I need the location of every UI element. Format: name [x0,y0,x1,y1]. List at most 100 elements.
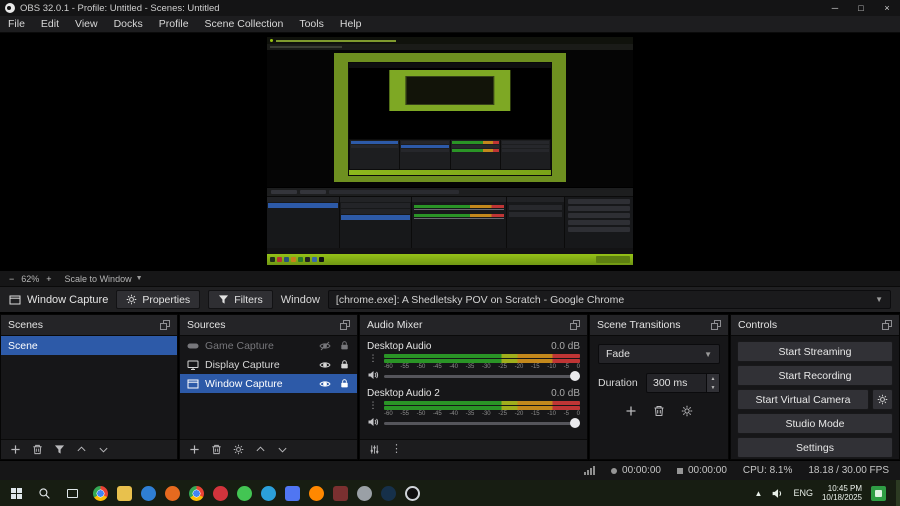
minimize-button[interactable]: ─ [822,0,848,16]
zoom-in-button[interactable]: + [46,274,51,284]
gear-icon [127,294,137,305]
show-desktop-button[interactable] [896,480,900,506]
advanced-audio-button[interactable] [369,444,380,455]
source-item-display-capture[interactable]: Display Capture [180,355,357,374]
start-recording-button[interactable]: Start Recording [737,365,893,386]
mixer-channel-desktop-audio-2: Desktop Audio 2 0.0 dB ⋮ -60-55-50-45 [367,388,580,428]
spin-down-icon[interactable]: ▼ [707,383,719,392]
mute-speaker-icon[interactable] [367,369,379,381]
scenes-toolbar [1,439,177,459]
lock-icon[interactable] [339,340,350,351]
scale-mode-dropdown[interactable]: Scale to Window ▼ [65,274,143,284]
start-streaming-button[interactable]: Start Streaming [737,341,893,362]
mini-docks [348,139,552,170]
channel-menu-icon[interactable]: ⋮ [369,401,378,410]
volume-slider-handle[interactable] [570,418,580,428]
duration-spinbox[interactable]: 300 ms ▲ ▼ [646,373,720,393]
selected-source-label: Window Capture [9,294,108,306]
mixer-menu-icon[interactable]: ⋮ [391,444,402,455]
search-button[interactable] [30,480,58,506]
taskbar-app-whatsapp-icon[interactable] [237,485,252,501]
volume-slider-handle[interactable] [570,371,580,381]
taskbar-app-telegram-icon[interactable] [261,485,276,501]
studio-mode-button[interactable]: Studio Mode [737,413,893,434]
transition-select[interactable]: Fade ▼ [598,344,720,364]
taskbar-app-firefox-icon[interactable] [165,485,180,501]
taskbar-app-discord-icon[interactable] [285,485,300,501]
lock-icon[interactable] [339,359,350,370]
menu-profile[interactable]: Profile [151,16,197,32]
virtual-camera-settings-button[interactable] [872,389,893,410]
close-button[interactable]: × [874,0,900,16]
move-source-up-button[interactable] [255,444,266,455]
taskbar-app-steam-icon[interactable] [381,485,396,501]
spin-up-icon[interactable]: ▲ [707,374,719,383]
maximize-button[interactable]: □ [848,0,874,16]
controls-dock-header: Controls [731,315,899,336]
move-scene-up-button[interactable] [76,444,87,455]
mute-speaker-icon[interactable] [367,416,379,428]
dock-popout-icon[interactable] [160,320,170,330]
eye-icon[interactable] [319,359,331,371]
transition-properties-button[interactable] [681,405,693,417]
scene-item[interactable]: Scene [1,336,177,355]
source-item-window-capture[interactable]: Window Capture [180,374,357,393]
move-source-down-button[interactable] [277,444,288,455]
preview-canvas[interactable] [0,33,900,271]
move-scene-down-button[interactable] [98,444,109,455]
dock-popout-icon[interactable] [570,320,580,330]
chevron-down-icon: ▼ [135,275,143,282]
taskbar-app-chrome-icon[interactable] [93,485,108,501]
taskbar-app-chrome-icon[interactable] [189,485,204,501]
taskbar-app-folder-icon[interactable] [117,485,132,501]
taskbar-app-vlc-icon[interactable] [309,485,324,501]
settings-button[interactable]: Settings [737,437,893,458]
dock-popout-icon[interactable] [711,320,721,330]
eye-slash-icon[interactable] [319,340,331,352]
filters-button[interactable]: Filters [208,290,273,309]
volume-slider[interactable] [384,371,580,381]
window-capture-icon [9,295,21,304]
add-transition-button[interactable] [625,405,637,417]
start-button[interactable] [2,480,30,506]
lock-icon[interactable] [339,378,350,389]
language-indicator[interactable]: ENG [793,488,813,498]
add-scene-button[interactable] [10,444,21,455]
menu-edit[interactable]: Edit [33,16,67,32]
mini-desktop [334,53,566,182]
menu-help[interactable]: Help [332,16,370,32]
taskbar-app-icon[interactable] [333,485,348,501]
task-view-button[interactable] [58,480,86,506]
dock-popout-icon[interactable] [340,320,350,330]
taskbar-clock[interactable]: 10:45 PM 10/18/2025 [822,484,862,502]
mixer-toolbar: ⋮ [360,439,587,459]
remove-transition-button[interactable] [653,405,665,417]
zoom-out-button[interactable]: − [9,274,14,284]
menu-scene-collection[interactable]: Scene Collection [197,16,292,32]
scene-filters-button[interactable] [54,444,65,455]
menu-tools[interactable]: Tools [291,16,332,32]
volume-slider[interactable] [384,418,580,428]
menu-docks[interactable]: Docks [106,16,151,32]
properties-button[interactable]: Properties [116,290,201,309]
taskbar-app-obs-icon[interactable] [405,485,420,501]
volume-icon[interactable] [771,487,784,500]
notification-icon[interactable] [871,485,886,501]
menu-view[interactable]: View [67,16,106,32]
dock-popout-icon[interactable] [882,320,892,330]
taskbar-app-edge-icon[interactable] [141,485,156,501]
remove-source-button[interactable] [211,444,222,455]
tray-expand-icon[interactable]: ▲ [755,489,763,498]
source-item-game-capture[interactable]: Game Capture [180,336,357,355]
channel-menu-icon[interactable]: ⋮ [369,354,378,363]
eye-icon[interactable] [319,378,331,390]
window-select-dropdown[interactable]: [chrome.exe]: A Shedletsky POV on Scratc… [327,290,891,309]
taskbar-app-icon[interactable] [357,485,372,501]
menu-file[interactable]: File [0,16,33,32]
zoom-level: 62% [21,273,40,284]
add-source-button[interactable] [189,444,200,455]
taskbar-app-opera-icon[interactable] [213,485,228,501]
source-properties-button[interactable] [233,444,244,455]
remove-scene-button[interactable] [32,444,43,455]
start-virtual-camera-button[interactable]: Start Virtual Camera [737,389,869,410]
